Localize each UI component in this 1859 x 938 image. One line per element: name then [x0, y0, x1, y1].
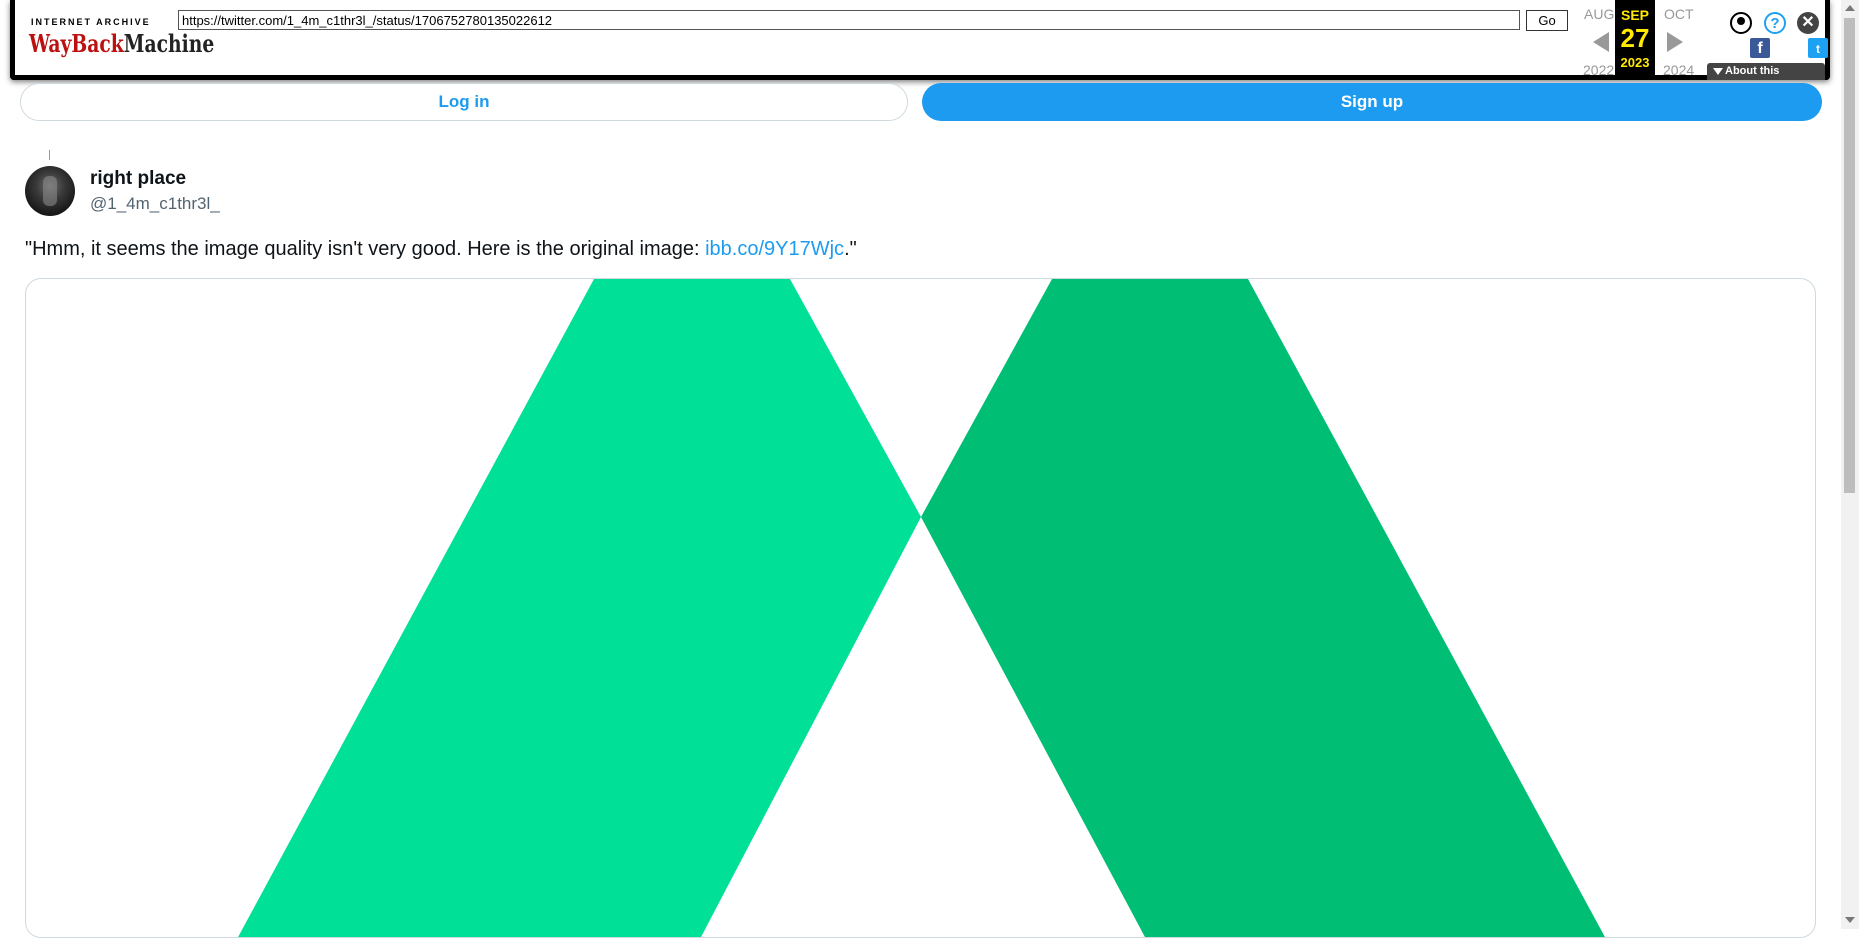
about-this-capture-button[interactable]: About this capture: [1707, 63, 1825, 94]
green-chevron-logo-image: [238, 279, 1605, 937]
display-name[interactable]: right place: [90, 168, 186, 190]
scroll-down-arrow-icon[interactable]: [1845, 917, 1855, 923]
sign-up-button[interactable]: Sign up: [922, 83, 1822, 121]
log-in-button[interactable]: Log in: [20, 83, 908, 121]
user-handle[interactable]: @1_4m_c1thr3l_: [90, 194, 220, 214]
twitter-icon[interactable]: t: [1808, 38, 1828, 58]
logo-wayback-text: WayBackMachine: [29, 29, 215, 58]
tweet-link[interactable]: ibb.co/9Y17Wjc: [705, 238, 844, 260]
scrollbar-thumb[interactable]: [1844, 18, 1855, 493]
user-icon[interactable]: [1730, 12, 1752, 34]
help-icon[interactable]: ?: [1764, 12, 1786, 34]
prev-capture-arrow-icon[interactable]: [1593, 32, 1609, 52]
next-capture-arrow-icon[interactable]: [1667, 32, 1683, 52]
avatar[interactable]: [25, 166, 75, 216]
tweet-text: "Hmm, it seems the image quality isn't v…: [25, 238, 857, 260]
thread-line: [49, 150, 50, 160]
wayback-url-input[interactable]: [178, 10, 1520, 30]
logo-left-stroke: [238, 279, 921, 937]
wayback-toolbar: INTERNET ARCHIVE WayBackMachine Go AUG 2…: [10, 0, 1830, 94]
current-day: 27: [1620, 23, 1650, 53]
go-button[interactable]: Go: [1526, 10, 1568, 31]
current-month: SEP: [1620, 7, 1649, 23]
facebook-icon[interactable]: f: [1750, 38, 1770, 58]
current-capture-date: SEP 27 2023: [1615, 0, 1655, 80]
logo-internet-archive-text: INTERNET ARCHIVE: [31, 17, 151, 27]
next-month-link[interactable]: OCT: [1664, 6, 1694, 22]
tweet-media-image[interactable]: [25, 278, 1816, 938]
next-year-link[interactable]: 2024: [1663, 62, 1694, 78]
prev-year-link[interactable]: 2022: [1583, 62, 1614, 78]
wayback-logo[interactable]: INTERNET ARCHIVE WayBackMachine: [29, 8, 214, 66]
scroll-up-arrow-icon[interactable]: [1845, 5, 1855, 11]
page-scrollbar[interactable]: [1841, 0, 1859, 929]
close-icon[interactable]: ✕: [1797, 12, 1819, 34]
current-year: 2023: [1620, 55, 1650, 70]
logo-right-stroke: [921, 279, 1605, 937]
prev-month-link[interactable]: AUG: [1584, 6, 1614, 22]
